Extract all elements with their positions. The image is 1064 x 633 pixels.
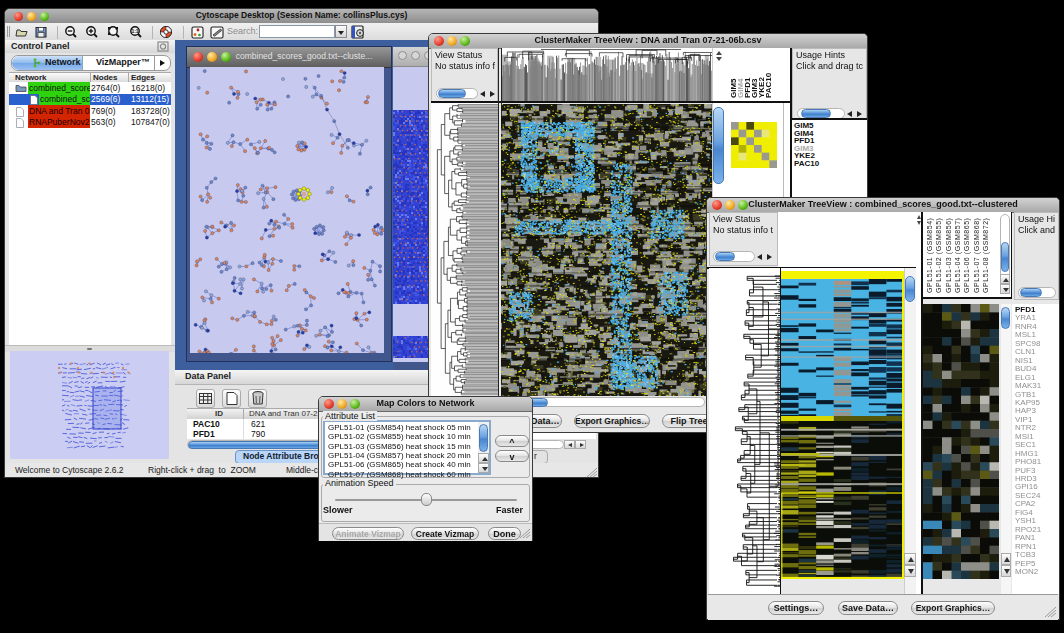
svg-text:1:1: 1:1: [131, 28, 138, 34]
